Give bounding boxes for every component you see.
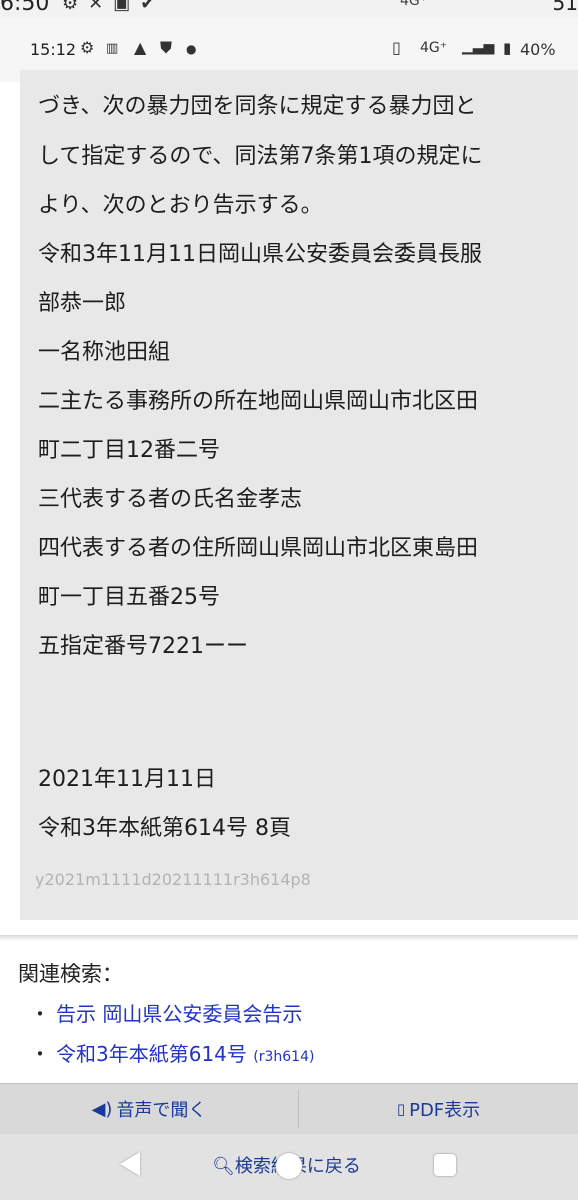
battery-icon: ▮	[503, 39, 512, 57]
notice-line: 令和3年11月11日岡山県公安委員会委員長服	[38, 242, 482, 267]
notice-line: 二主たる事務所の所在地岡山県岡山市北区田	[38, 389, 479, 414]
notice-content: づき、次の暴力団を同条に規定する暴力団と して指定するので、同法第7条第1項の規…	[20, 70, 578, 920]
nav-back-icon[interactable]	[120, 1152, 140, 1176]
outer-status-bar: 6:50 ⚙✕▣✔ 4G⁺ 51	[0, 0, 578, 18]
notice-line: 部恭一郎	[38, 291, 127, 316]
bullet: ・	[30, 1002, 50, 1026]
notice-line: 三代表する者の氏名金孝志	[38, 487, 303, 512]
notice-line: 一名称池田組	[38, 340, 171, 365]
notice-line: して指定するので、同法第7条第1項の規定に	[38, 144, 483, 169]
outer-notification-icons: ⚙✕▣✔	[62, 0, 166, 14]
notice-date: 2021年11月11日	[38, 767, 216, 792]
warning-icon: ▲	[134, 38, 147, 57]
vibrate-icon: ▯	[392, 38, 401, 57]
outer-network-label: 4G⁺	[400, 0, 428, 9]
notice-line: 町一丁目五番25号	[38, 585, 220, 610]
shield-icon: ⛊	[160, 38, 173, 57]
notice-line: 町二丁目12番二号	[38, 438, 220, 463]
pdf-button-label: PDF表示	[409, 1100, 481, 1121]
document-code: y2021m1111d20211111r3h614p8	[35, 870, 311, 889]
outer-battery-label: 51	[552, 0, 578, 15]
nav-home-icon[interactable]	[276, 1153, 302, 1179]
related-search-heading: 関連検索：	[18, 962, 123, 986]
battery-percent: 40%	[520, 40, 556, 59]
notice-line: 四代表する者の住所岡山県岡山市北区東島田	[38, 536, 479, 561]
outer-clock: 6:50	[0, 0, 50, 16]
notice-line: より、次のとおり告示する。	[38, 193, 323, 218]
bullet: ・	[30, 1042, 50, 1066]
related-link-code[interactable]: (r3h614)	[253, 1049, 314, 1065]
notice-line: 五指定番号7221ーー	[38, 634, 248, 659]
bottom-toolbar: ◀) 音声で聞く ▯ PDF表示	[0, 1083, 578, 1134]
section-divider	[0, 935, 578, 941]
navigation-bar: 🔍︎検索結果に戻る	[0, 1134, 578, 1200]
pdf-icon: ▯	[396, 1100, 406, 1118]
network-label: 4G⁺	[420, 40, 448, 56]
signal-icon: ▁▃▅	[462, 39, 495, 55]
search-icon: 🔍︎	[212, 1156, 235, 1177]
audio-button[interactable]: ◀) 音声で聞く	[0, 1084, 298, 1134]
audio-button-label: 音声で聞く	[116, 1100, 207, 1121]
speaker-icon: ◀)	[91, 1098, 113, 1120]
sim-icon: ▥	[106, 41, 119, 56]
related-link-issue[interactable]: ・令和3年本紙第614号 (r3h614)	[30, 1038, 314, 1067]
notice-line: づき、次の暴力団を同条に規定する暴力団と	[38, 94, 477, 119]
dot-icon: ●	[186, 42, 197, 56]
related-link-label[interactable]: 令和3年本紙第614号	[56, 1042, 247, 1066]
pdf-button[interactable]: ▯ PDF表示	[299, 1084, 578, 1134]
related-link-label[interactable]: 告示 岡山県公安委員会告示	[56, 1002, 302, 1026]
gear-icon: ⚙	[80, 38, 95, 57]
clock: 15:12	[30, 40, 77, 59]
related-link-notice[interactable]: ・告示 岡山県公安委員会告示	[30, 998, 302, 1027]
notice-issue: 令和3年本紙第614号 8頁	[38, 816, 291, 841]
nav-recent-apps-icon[interactable]	[434, 1154, 456, 1176]
